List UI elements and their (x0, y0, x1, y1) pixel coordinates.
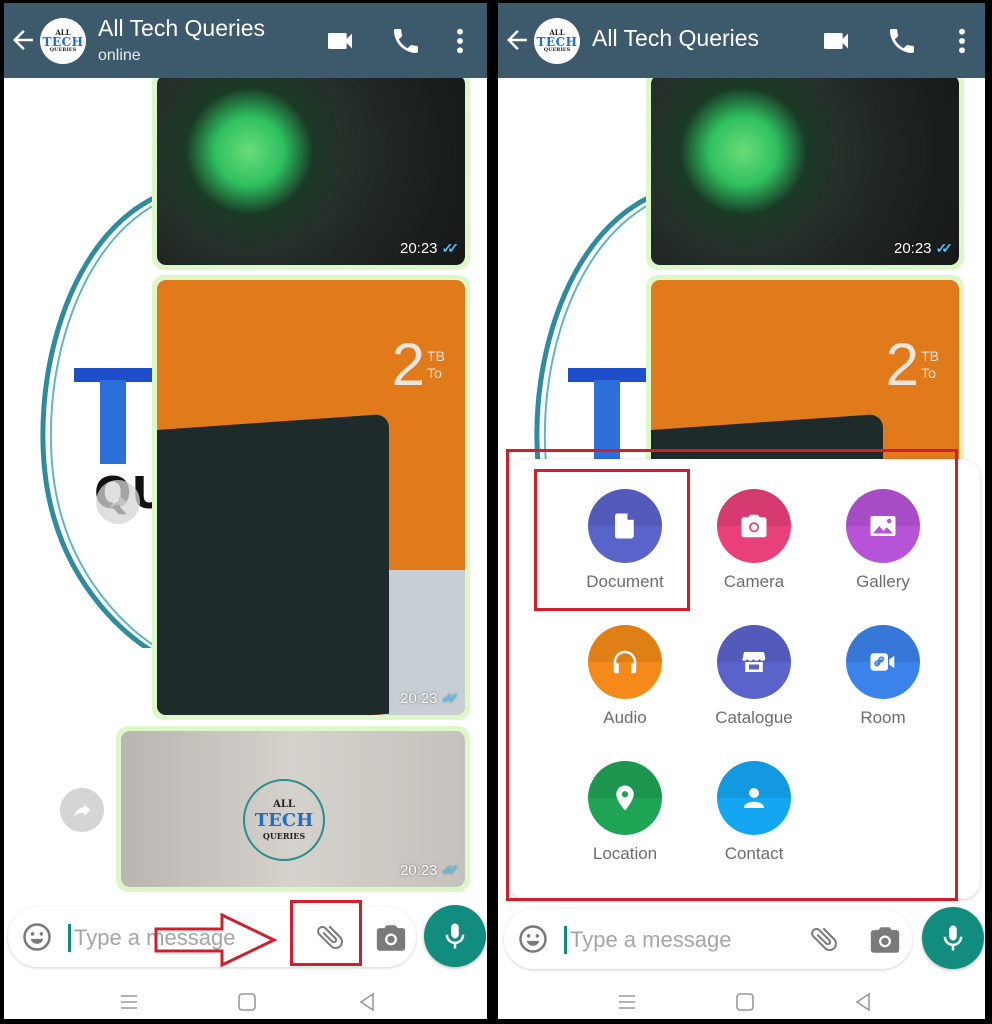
contact-name[interactable]: All Tech Queries (98, 15, 265, 42)
avatar[interactable]: ALL TECH QUERIES (534, 18, 580, 64)
annotation-highlight-document (534, 469, 690, 611)
speaker-photo[interactable]: 20:23 ✓✓ (157, 75, 465, 265)
text-caret (68, 924, 71, 952)
box-capacity-unit: TB To (921, 348, 939, 381)
chat-header: ALL TECH QUERIES All Tech Queries (498, 3, 985, 78)
emoji-icon (519, 925, 547, 953)
back-button[interactable] (8, 25, 38, 55)
message-timestamp: 20:23 ✓✓ (399, 862, 460, 879)
message-image-speaker[interactable]: 20:23 ✓✓ (152, 70, 470, 270)
contact-name[interactable]: All Tech Queries (592, 25, 759, 52)
photo-logo: ALL TECH QUERIES (243, 779, 325, 861)
message-input[interactable] (568, 921, 792, 959)
box-capacity-unit: TB To (427, 348, 445, 381)
voice-record-button[interactable] (424, 905, 486, 967)
message-image-harddrive[interactable]: 2 TB To 20:23 ✓✓ (152, 275, 470, 720)
forward-button[interactable] (60, 788, 104, 832)
camera-icon (870, 927, 900, 953)
system-navigation-bar (498, 983, 985, 1019)
back-triangle-icon (359, 992, 374, 1012)
message-timestamp: 20:23 ✓✓ (399, 690, 460, 707)
more-options-button[interactable] (450, 25, 470, 57)
more-options-button[interactable] (952, 25, 972, 57)
harddrive-photo[interactable]: 2 TB To 20:23 ✓✓ (157, 280, 465, 715)
back-triangle-icon (855, 992, 870, 1012)
forward-icon (109, 495, 127, 510)
home-square-icon (238, 993, 256, 1011)
video-call-button[interactable] (324, 25, 356, 57)
camera-button[interactable] (868, 923, 902, 955)
read-ticks-icon: ✓✓ (441, 240, 460, 256)
chat-header: ALL TECH QUERIES All Tech Queries online (4, 3, 487, 78)
desktop-photo[interactable]: ALL TECH QUERIES 20:23 ✓✓ (121, 731, 465, 887)
text-caret (564, 926, 567, 954)
message-composer (504, 909, 912, 969)
more-vert-icon (457, 28, 463, 54)
message-timestamp: 20:23 ✓✓ (893, 240, 954, 257)
voice-call-icon (890, 29, 914, 53)
avatar[interactable]: ALL TECH QUERIES (40, 18, 86, 64)
forward-icon (73, 803, 91, 818)
recents-button[interactable] (616, 991, 638, 1013)
message-timestamp: 20:23 ✓✓ (399, 240, 460, 257)
attach-button[interactable] (808, 923, 840, 955)
read-ticks-icon: ✓✓ (935, 240, 954, 256)
speaker-photo[interactable]: 20:23 ✓✓ (651, 75, 959, 265)
emoji-button[interactable] (22, 922, 52, 952)
microphone-icon (445, 923, 465, 949)
contact-status: online (98, 47, 141, 64)
forward-button[interactable] (96, 480, 140, 524)
read-ticks-icon: ✓✓ (441, 690, 460, 706)
back-button[interactable] (502, 25, 532, 55)
back-nav-button[interactable] (852, 991, 874, 1013)
avatar-text-queries: QUERIES (543, 47, 571, 53)
system-navigation-bar (4, 983, 487, 1019)
box-capacity-number: 2 (391, 331, 425, 398)
voice-record-button[interactable] (922, 907, 984, 969)
message-list[interactable]: QU 20:23✓✓ 2 TBTo 20:23✓✓ ALL TECH (4, 70, 487, 949)
microphone-icon (943, 925, 963, 951)
arrow-left-icon (507, 30, 527, 50)
more-vert-icon (959, 28, 965, 54)
emoji-icon (23, 923, 51, 951)
arrow-left-icon (13, 30, 33, 50)
voice-call-button[interactable] (390, 25, 422, 57)
video-call-icon (328, 33, 352, 49)
menu-icon (121, 995, 137, 1009)
message-image-desktop[interactable]: ALL TECH QUERIES 20:23 ✓✓ (116, 726, 470, 892)
camera-button[interactable] (374, 921, 408, 953)
recents-button[interactable] (118, 991, 140, 1013)
video-call-icon (824, 33, 848, 49)
voice-call-icon (394, 29, 418, 53)
home-button[interactable] (734, 991, 756, 1013)
chat-screen-before: ALL TECH QUERIES All Tech Queries online… (4, 3, 487, 1019)
voice-call-button[interactable] (886, 25, 918, 57)
message-image-speaker[interactable]: 20:23 ✓✓ (646, 70, 964, 270)
home-square-icon (736, 993, 754, 1011)
chat-screen-after: ALL TECH QUERIES All Tech Queries 20:23 ✓… (498, 3, 985, 1019)
menu-icon (619, 995, 635, 1009)
annotation-arrow (154, 912, 278, 968)
annotation-highlight-attach (290, 900, 362, 966)
camera-icon (376, 925, 406, 951)
harddrive-device (157, 413, 389, 715)
read-ticks-icon: ✓✓ (441, 862, 460, 878)
emoji-button[interactable] (518, 924, 548, 954)
box-capacity-number: 2 (885, 331, 919, 398)
paperclip-icon (811, 927, 837, 952)
avatar-text-queries: QUERIES (49, 47, 77, 53)
home-button[interactable] (236, 991, 258, 1013)
video-call-button[interactable] (820, 25, 852, 57)
back-nav-button[interactable] (356, 991, 378, 1013)
